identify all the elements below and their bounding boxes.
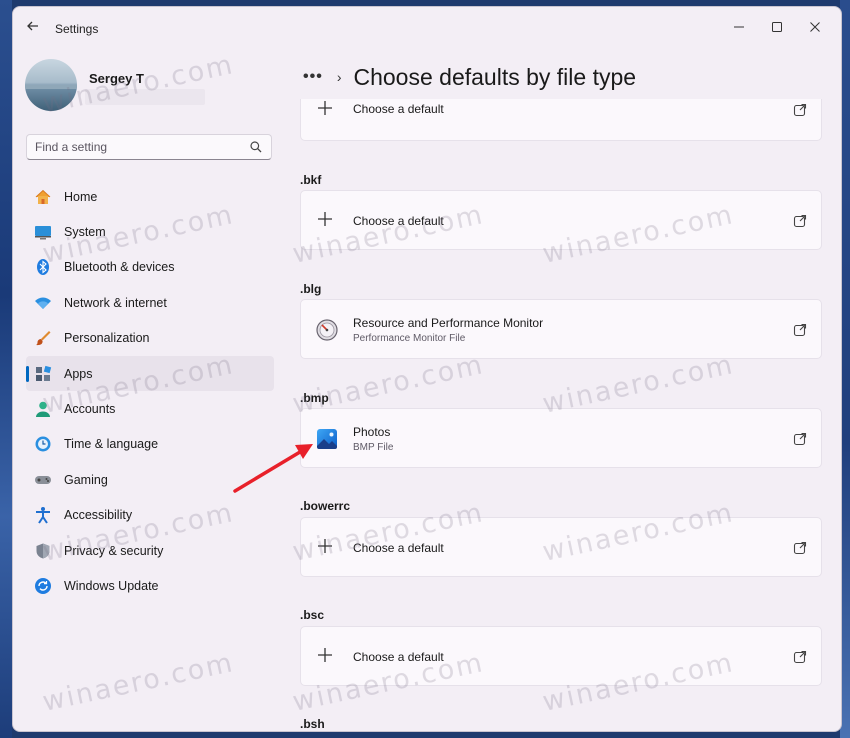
bluetooth-icon <box>34 258 52 276</box>
sidebar-item-label: Time & language <box>64 437 159 452</box>
sidebar-item-apps[interactable]: Apps <box>26 355 274 392</box>
search-box[interactable] <box>26 134 272 160</box>
file-type-card[interactable]: Choose a default <box>300 99 822 141</box>
plus-icon <box>318 648 332 662</box>
external-link-icon <box>793 214 807 228</box>
sidebar-item-label: Home <box>64 189 98 204</box>
file-type-card[interactable]: Choose a default <box>300 190 822 250</box>
sidebar-item-network[interactable]: Network & internet <box>26 285 274 320</box>
sidebar-item-accounts[interactable]: Accounts <box>26 391 274 426</box>
network-icon <box>34 294 52 312</box>
page-title: Choose defaults by file type <box>353 63 637 90</box>
app-name: Photos <box>353 425 391 439</box>
external-link-icon <box>793 650 807 664</box>
search-icon[interactable] <box>249 140 263 154</box>
back-arrow-icon <box>27 21 38 31</box>
performance-monitor-icon <box>316 319 338 341</box>
maximize-icon <box>772 22 782 32</box>
back-button[interactable] <box>23 19 43 39</box>
sidebar-item-home[interactable]: Home <box>26 179 274 214</box>
external-link-icon <box>793 323 807 337</box>
file-type-card[interactable]: Choose a default <box>300 517 822 577</box>
sidebar-item-label: Gaming <box>64 472 108 487</box>
minimize-button[interactable] <box>721 13 757 41</box>
watermark: winaero.com <box>39 647 237 718</box>
sidebar-item-label: Accessibility <box>64 508 133 523</box>
user-email-redacted <box>85 89 205 105</box>
plus-icon <box>318 212 332 226</box>
title-bar: Settings <box>13 7 841 51</box>
desktop-background-left <box>0 0 12 738</box>
time-language-icon <box>34 435 52 453</box>
file-extension-label: .bmp <box>300 391 329 405</box>
sidebar-item-label: System <box>64 225 106 240</box>
file-extension-label: .bsc <box>300 608 325 622</box>
sidebar-item-bluetooth[interactable]: Bluetooth & devices <box>26 250 274 285</box>
home-icon <box>34 188 52 206</box>
system-icon <box>34 223 52 241</box>
file-extension-label: .blg <box>300 282 322 296</box>
file-type-card[interactable]: Photos BMP File <box>300 408 822 468</box>
sidebar-item-system[interactable]: System <box>26 214 274 249</box>
sidebar-nav: Home System Bluetooth & devices Network … <box>26 179 274 604</box>
plus-icon <box>318 539 332 553</box>
close-icon <box>810 22 820 32</box>
app-name: Resource and Performance Monitor <box>353 316 544 330</box>
sidebar-item-windows-update[interactable]: Windows Update <box>26 568 274 603</box>
app-title: Settings <box>55 22 99 36</box>
brush-icon <box>34 329 52 347</box>
sidebar-item-label: Personalization <box>64 331 150 346</box>
accessibility-icon <box>34 506 52 524</box>
gaming-icon <box>34 471 52 489</box>
choose-default-label: Choose a default <box>353 102 444 116</box>
sidebar-item-label: Network & internet <box>64 295 167 310</box>
accounts-icon <box>34 400 52 418</box>
sidebar-item-privacy-security[interactable]: Privacy & security <box>26 533 274 568</box>
breadcrumb-overflow-button[interactable]: ••• <box>303 68 323 86</box>
apps-icon <box>34 365 52 383</box>
user-name: Sergey T <box>89 71 144 86</box>
choose-default-label: Choose a default <box>353 541 444 555</box>
close-button[interactable] <box>797 13 833 41</box>
external-link-icon <box>793 541 807 555</box>
choose-default-label: Choose a default <box>353 214 444 228</box>
choose-default-label: Choose a default <box>353 650 444 664</box>
sidebar-item-label: Windows Update <box>64 578 159 593</box>
file-type-card[interactable]: Choose a default <box>300 626 822 686</box>
shield-icon <box>34 542 52 560</box>
annotation-arrow <box>233 444 313 493</box>
settings-window: Settings Sergey T Home System <box>12 6 842 732</box>
sidebar-item-label: Apps <box>64 366 93 381</box>
file-type-list: Choose a default .bkf Choose a default .… <box>300 99 822 731</box>
file-type-description: Performance Monitor File <box>353 333 466 344</box>
file-type-card[interactable]: Resource and Performance Monitor Perform… <box>300 299 822 359</box>
breadcrumb: ••• › Choose defaults by file type <box>303 59 636 95</box>
sidebar-item-label: Privacy & security <box>64 543 164 558</box>
minimize-icon <box>734 26 744 28</box>
external-link-icon <box>793 432 807 446</box>
sidebar-item-personalization[interactable]: Personalization <box>26 321 274 356</box>
chevron-right-icon: › <box>336 69 342 85</box>
plus-icon <box>318 101 332 115</box>
maximize-button[interactable] <box>759 13 795 41</box>
external-link-icon <box>793 103 807 117</box>
file-extension-label: .bsh <box>300 717 325 731</box>
search-input[interactable] <box>35 139 235 155</box>
sidebar-item-label: Bluetooth & devices <box>64 260 175 275</box>
update-icon <box>34 577 52 595</box>
file-extension-label: .bkf <box>300 173 322 187</box>
sidebar-item-label: Accounts <box>64 402 116 417</box>
file-type-description: BMP File <box>353 442 394 453</box>
avatar[interactable] <box>25 59 77 111</box>
